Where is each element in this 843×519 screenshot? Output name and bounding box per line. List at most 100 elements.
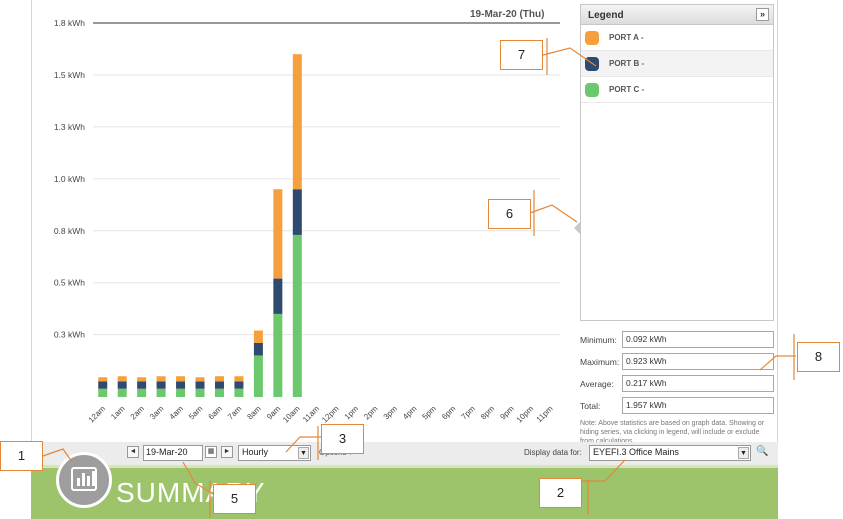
- x-tick-label: 8am: [245, 404, 263, 422]
- y-tick-label: 0.8 kWh: [54, 226, 85, 236]
- bar-port-b-7am: [234, 381, 244, 389]
- x-tick-label: 6am: [207, 404, 225, 422]
- callout-6: 6: [488, 199, 531, 229]
- interval-select[interactable]: Hourly ▼: [238, 445, 311, 461]
- bar-port-a-3am: [156, 376, 166, 382]
- legend-collapse-button[interactable]: »: [756, 8, 769, 21]
- bar-port-a-12am: [98, 377, 108, 382]
- stat-maximum: Maximum: 0.923 kWh: [580, 351, 776, 372]
- bar-port-c-10am: [292, 234, 302, 397]
- x-tick-label: 12am: [87, 404, 108, 425]
- chevron-down-icon: ▼: [738, 447, 749, 459]
- x-tick-label: 3pm: [382, 404, 400, 422]
- bar-port-a-6am: [214, 376, 224, 382]
- bar-port-c-3am: [156, 388, 166, 397]
- stat-label: Total:: [580, 400, 601, 411]
- legend-item-port-b[interactable]: PORT B -: [581, 51, 773, 77]
- x-tick-label: 10pm: [515, 404, 536, 425]
- x-tick-label: 4pm: [401, 404, 419, 422]
- next-day-button[interactable]: ►: [221, 446, 233, 458]
- chart-date-header: 19-Mar-20 (Thu): [470, 9, 545, 20]
- bar-port-b-8am: [253, 342, 263, 356]
- bar-port-a-5am: [195, 377, 205, 382]
- location-select-value: EYEFI.3 Office Mains: [593, 447, 679, 457]
- chart-toolbar: ◄ 19-Mar-20 ▦ ► Hourly ▼ Options ▾ Displ…: [31, 442, 778, 465]
- statistics-panel: Minimum: 0.092 kWh Maximum: 0.923 kWh Av…: [580, 329, 776, 446]
- bar-port-a-8am: [253, 330, 263, 343]
- x-tick-label: 11am: [301, 404, 321, 424]
- bar-chart-icon: [71, 467, 97, 491]
- location-select[interactable]: EYEFI.3 Office Mains ▼: [589, 445, 751, 461]
- stat-label: Average:: [580, 378, 614, 389]
- x-tick-label: 4am: [168, 404, 186, 422]
- stat-total: Total: 1.957 kWh: [580, 395, 776, 416]
- bar-port-c-4am: [176, 388, 186, 397]
- x-tick-label: 7pm: [459, 404, 477, 422]
- stat-minimum: Minimum: 0.092 kWh: [580, 329, 776, 350]
- y-tick-label: 1.5 kWh: [54, 70, 85, 80]
- bar-port-a-2am: [137, 377, 147, 382]
- legend-swatch: [585, 82, 599, 97]
- stat-label: Minimum:: [580, 334, 617, 345]
- legend-header: Legend »: [581, 5, 773, 25]
- stat-average-value: 0.217 kWh: [622, 375, 774, 392]
- y-tick-label: 0.5 kWh: [54, 278, 85, 288]
- x-tick-label: 3am: [148, 404, 166, 422]
- legend-item-port-c[interactable]: PORT C -: [581, 77, 773, 103]
- bar-port-c-8am: [253, 355, 263, 397]
- y-tick-label: 1.0 kWh: [54, 174, 85, 184]
- x-tick-label: 12pm: [320, 404, 341, 425]
- bar-port-b-10am: [292, 189, 302, 235]
- stat-label: Maximum:: [580, 356, 620, 367]
- bar-port-b-5am: [195, 381, 205, 389]
- interval-select-value: Hourly: [242, 447, 269, 457]
- bar-port-b-6am: [214, 381, 224, 389]
- stat-average: Average: 0.217 kWh: [580, 373, 776, 394]
- bar-port-a-10am: [292, 54, 302, 190]
- bar-port-c-12am: [98, 388, 108, 397]
- x-tick-label: 9am: [265, 404, 283, 422]
- callout-2: 2: [539, 478, 582, 508]
- x-tick-label: 1am: [109, 404, 127, 422]
- bar-port-b-2am: [137, 381, 147, 389]
- y-tick-label: 0.3 kWh: [54, 330, 85, 340]
- date-input[interactable]: 19-Mar-20: [143, 445, 203, 461]
- bar-port-a-4am: [176, 376, 186, 382]
- legend-swatch: [585, 30, 599, 45]
- x-tick-label: 1pm: [343, 404, 361, 422]
- legend-label: PORT C -: [609, 85, 645, 94]
- x-tick-label: 10am: [281, 404, 302, 425]
- legend-label: PORT B -: [609, 59, 645, 68]
- x-tick-label: 11pm: [535, 404, 555, 424]
- bar-port-b-3am: [156, 381, 166, 389]
- bar-port-b-4am: [176, 381, 186, 389]
- bar-port-c-5am: [195, 388, 205, 397]
- x-tick-label: 5pm: [421, 404, 439, 422]
- calendar-icon[interactable]: ▦: [205, 446, 217, 458]
- stat-maximum-value: 0.923 kWh: [622, 353, 774, 370]
- x-tick-label: 9pm: [498, 404, 516, 422]
- x-tick-label: 7am: [226, 404, 244, 422]
- x-tick-label: 2am: [129, 404, 147, 422]
- callout-7: 7: [500, 40, 543, 70]
- legend-title: Legend: [588, 10, 624, 21]
- bar-port-c-6am: [214, 388, 224, 397]
- bar-port-a-1am: [117, 376, 127, 382]
- previous-day-button[interactable]: ◄: [127, 446, 139, 458]
- callout-1: 1: [0, 441, 43, 471]
- bar-port-a-7am: [234, 376, 244, 382]
- bar-port-a-9am: [273, 189, 283, 279]
- stat-minimum-value: 0.092 kWh: [622, 331, 774, 348]
- summary-logo: [56, 452, 112, 508]
- bar-port-c-9am: [273, 313, 283, 397]
- search-icon[interactable]: 🔍: [756, 446, 768, 457]
- callout-3: 3: [321, 424, 364, 454]
- bar-port-c-2am: [137, 388, 147, 397]
- x-tick-label: 8pm: [479, 404, 497, 422]
- x-tick-label: 5am: [187, 404, 205, 422]
- y-tick-label: 1.8 kWh: [54, 18, 85, 28]
- callout-8: 8: [797, 342, 840, 372]
- legend-item-port-a[interactable]: PORT A -: [581, 25, 773, 51]
- y-tick-label: 1.3 kWh: [54, 122, 85, 132]
- x-tick-label: 6pm: [440, 404, 458, 422]
